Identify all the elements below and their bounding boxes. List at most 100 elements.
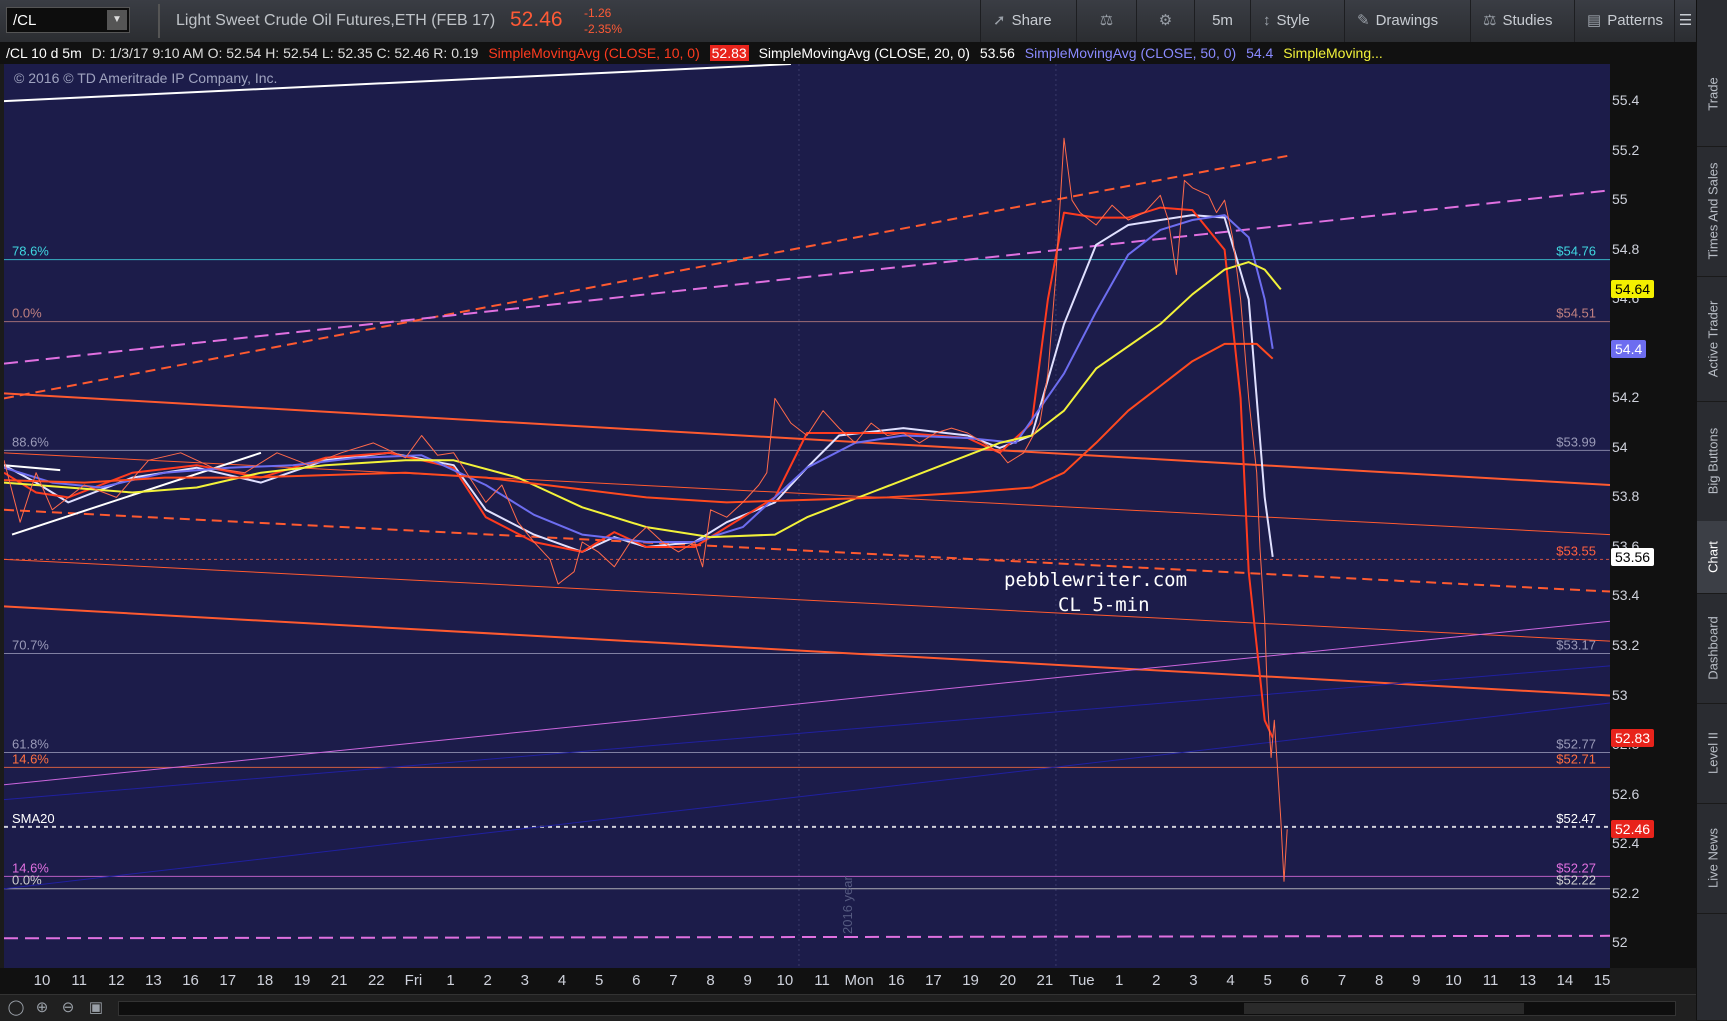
zoom-fit-icon[interactable]: ◯ xyxy=(6,998,26,1018)
last-price: 52.46 xyxy=(510,8,563,31)
level-label: 78.6% xyxy=(12,244,49,259)
side-tab-active-trader[interactable]: Active Trader xyxy=(1697,276,1727,402)
series-line xyxy=(4,206,1274,739)
side-tab-label: Active Trader xyxy=(1705,300,1720,377)
level-label: 0.0% xyxy=(12,873,42,888)
level-label: 88.6% xyxy=(12,434,49,449)
time-tick-label: Fri xyxy=(404,972,423,989)
sma10-label[interactable]: SimpleMovingAvg (CLOSE, 10, 0) xyxy=(488,45,699,61)
level-label: SMA20 xyxy=(12,811,55,826)
side-tab-label: Big Buttons xyxy=(1705,427,1720,495)
time-tick-label: 22 xyxy=(367,972,385,989)
menu-button[interactable]: ☰ xyxy=(1674,0,1696,42)
symbol-separator xyxy=(158,4,160,38)
side-tab-times-and-sales[interactable]: Times And Sales xyxy=(1697,146,1727,277)
time-tick-label: 1 xyxy=(1114,972,1124,989)
time-tick-label: 3 xyxy=(1189,972,1198,989)
trendline xyxy=(4,189,1610,365)
side-tab-big-buttons[interactable]: Big Buttons xyxy=(1697,401,1727,522)
price-tick-label: 53.8 xyxy=(1612,488,1640,505)
level-label: 70.7% xyxy=(12,637,49,652)
price-tag: 54.64 xyxy=(1611,280,1655,299)
side-tab-chart[interactable]: Chart xyxy=(1697,521,1727,594)
side-tab-trade[interactable]: Trade xyxy=(1697,42,1727,147)
zoom-in-icon[interactable]: ⊕ xyxy=(32,998,52,1018)
time-tick-label: 9 xyxy=(1412,972,1421,989)
sma-more-label[interactable]: SimpleMoving... xyxy=(1283,45,1383,61)
time-tick-label: 12 xyxy=(107,972,125,989)
time-tick-label: 7 xyxy=(1337,972,1347,989)
price-tick-label: 55.2 xyxy=(1612,141,1640,158)
price-tick-label: 53.4 xyxy=(1612,587,1640,604)
level-label: 14.6% xyxy=(12,751,49,766)
side-tab-label: Trade xyxy=(1705,77,1720,111)
time-tick-label: 20 xyxy=(999,972,1017,989)
study-header: /CL 10 d 5m D: 1/3/17 9:10 AM O: 52.54 H… xyxy=(0,42,1610,64)
zoom-out-icon[interactable]: ⊖ xyxy=(58,998,78,1018)
price-tick-label: 54.8 xyxy=(1612,240,1640,257)
price-tick-label: 54 xyxy=(1612,438,1628,455)
trendline xyxy=(4,620,1610,786)
side-tab-live-news[interactable]: Live News xyxy=(1697,803,1727,914)
time-axis[interactable]: 10 11 12 13 16 17 18 19 21 22 Fri 1 2 3 4 5 6 7 8 9 10 11 Mon 1… xyxy=(0,968,1610,994)
time-tick-label: 6 xyxy=(632,972,641,989)
level-label: 0.0% xyxy=(12,306,42,321)
time-tick-label: 19 xyxy=(293,972,311,989)
chart-toolbar: /CL ▼ Light Sweet Crude Oil Futures,ETH … xyxy=(0,0,1727,43)
time-tick-label: 17 xyxy=(219,972,237,989)
gear-icon: ⚙ xyxy=(1158,12,1173,29)
settings-button[interactable]: ⚙ xyxy=(1136,0,1194,42)
time-tick-label: 2 xyxy=(483,972,492,989)
zoom-box-icon[interactable]: ▣ xyxy=(86,998,106,1018)
series-line xyxy=(4,342,1274,504)
series-line xyxy=(4,261,1282,539)
time-tick-label: Tue xyxy=(1069,972,1095,989)
symbol-text: /CL xyxy=(13,12,37,29)
interval-button[interactable]: 5m xyxy=(1194,0,1250,42)
price-tick-label: 52.2 xyxy=(1612,884,1640,901)
patterns-button[interactable]: ▤ Patterns xyxy=(1574,0,1674,42)
trendline xyxy=(4,665,1610,801)
time-tick-label: 11 xyxy=(71,972,87,989)
studies-label: Studies xyxy=(1502,12,1553,29)
side-tab-label: Live News xyxy=(1705,828,1720,888)
time-tick-label: 8 xyxy=(706,972,715,989)
style-button[interactable]: ↕ Style xyxy=(1250,0,1344,42)
flask-button[interactable]: ⚖ xyxy=(1076,0,1136,42)
sma50-label[interactable]: SimpleMovingAvg (CLOSE, 50, 0) xyxy=(1025,45,1236,61)
price-tick-label: 55 xyxy=(1612,191,1628,208)
share-icon: ➚ xyxy=(993,12,1006,29)
price-axis[interactable]: 5252.252.452.652.85353.253.453.653.85454… xyxy=(1610,42,1696,968)
symbol-input[interactable]: /CL ▼ xyxy=(6,7,130,33)
side-tab-label: Chart xyxy=(1705,541,1720,573)
share-button[interactable]: ➚ Share xyxy=(980,0,1076,42)
scrollbar-thumb[interactable] xyxy=(1244,1003,1524,1014)
drawings-button[interactable]: ✎ Drawings xyxy=(1344,0,1470,42)
chevron-down-icon[interactable]: ▼ xyxy=(107,10,127,30)
level-value-label: $52.77 xyxy=(1556,737,1596,752)
time-tick-label: 13 xyxy=(145,972,162,989)
chart-scrollbar[interactable] xyxy=(118,1001,1676,1016)
trendline xyxy=(4,558,1610,642)
time-tick-label: 14 xyxy=(1556,972,1574,989)
price-chart[interactable]: 78.6% $54.76 0.0% $54.51 88.6% $53.99 $53.55 70… xyxy=(4,64,1610,968)
side-tab-dashboard[interactable]: Dashboard xyxy=(1697,593,1727,704)
side-tab-level-ii[interactable]: Level II xyxy=(1697,703,1727,804)
price-tick-label: 53.2 xyxy=(1612,637,1640,654)
time-tick-label: 8 xyxy=(1374,972,1384,989)
time-tick-label: 2 xyxy=(1152,972,1161,989)
studies-button[interactable]: ⚖ Studies xyxy=(1470,0,1574,42)
side-tab-label: Times And Sales xyxy=(1705,162,1720,260)
time-tick-label: 10 xyxy=(1445,972,1462,989)
level-value-label: $54.51 xyxy=(1556,306,1596,321)
time-tick-label: 21 xyxy=(1036,972,1054,989)
time-tick-label: 18 xyxy=(256,972,274,989)
price-tag: 53.56 xyxy=(1611,547,1655,566)
side-tab-label: Level II xyxy=(1705,732,1720,774)
sma20-label[interactable]: SimpleMovingAvg (CLOSE, 20, 0) xyxy=(759,45,970,61)
level-value-label: $54.76 xyxy=(1556,244,1596,259)
time-tick-label: Mon xyxy=(844,972,874,989)
time-tick-label: 4 xyxy=(557,972,567,989)
style-label: Style xyxy=(1276,12,1310,29)
trendline xyxy=(4,702,1610,890)
